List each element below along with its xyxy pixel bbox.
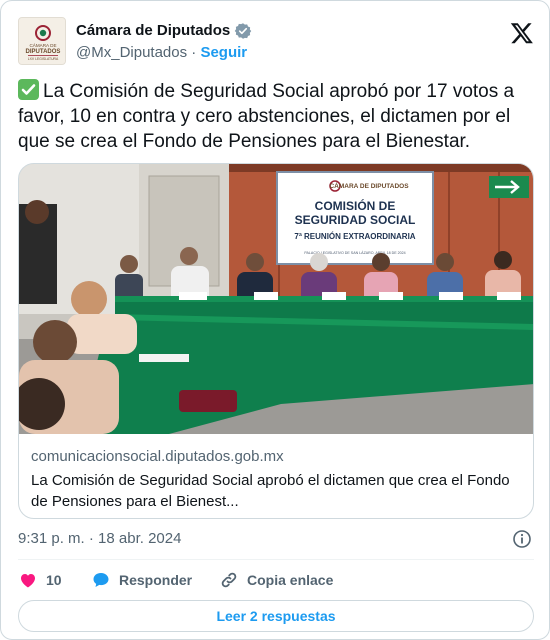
banner-subtitle: 7ª REUNIÓN EXTRAORDINARIA xyxy=(294,232,415,241)
link-meta: comunicacionsocial.diputados.gob.mx La C… xyxy=(31,447,526,512)
logo-line3: LXV LEGISLATURA xyxy=(28,57,59,61)
tweet-timestamp[interactable]: 9:31 p. m. · 18 abr. 2024 xyxy=(18,529,181,549)
verified-badge-icon xyxy=(234,22,252,40)
tweet-card: CÁMARA DE DIPUTADOS LXV LEGISLATURA Cáma… xyxy=(0,0,550,640)
reply-label: Responder xyxy=(119,572,193,588)
like-button[interactable]: 10 xyxy=(18,569,62,591)
link-icon xyxy=(221,572,237,588)
tweet-text-block: La Comisión de Seguridad Social aprobó p… xyxy=(18,79,534,154)
divider xyxy=(18,559,534,560)
banner-title-line1: COMISIÓN DE xyxy=(315,198,396,213)
copy-link-label: Copia enlace xyxy=(247,572,334,588)
tweet-header: CÁMARA DE DIPUTADOS LXV LEGISLATURA Cáma… xyxy=(18,17,534,65)
x-logo-icon[interactable] xyxy=(510,21,534,45)
display-name[interactable]: Cámara de Diputados xyxy=(76,21,230,41)
handle-row: @Mx_Diputados · Seguir xyxy=(76,43,252,63)
handle[interactable]: @Mx_Diputados xyxy=(76,44,187,61)
banner-title-line2: SEGURIDAD SOCIAL xyxy=(295,213,416,227)
follow-button[interactable]: Seguir xyxy=(200,44,247,61)
avatar[interactable]: CÁMARA DE DIPUTADOS LXV LEGISLATURA xyxy=(18,17,66,65)
committee-meeting-photo: CÁMARA DE DIPUTADOS COMISIÓN DE SEGURIDA… xyxy=(19,164,533,434)
link-description[interactable]: La Comisión de Seguridad Social aprobó e… xyxy=(31,470,526,512)
tweet-text: La Comisión de Seguridad Social aprobó p… xyxy=(18,81,515,152)
banner-brand: CÁMARA DE DIPUTADOS xyxy=(329,181,409,190)
like-count: 10 xyxy=(46,572,62,588)
account-names: Cámara de Diputados @Mx_Diputados · Segu… xyxy=(76,21,252,63)
reply-bubble-icon xyxy=(93,573,109,587)
logo-line1: CÁMARA DE xyxy=(29,42,56,48)
check-mark-button-icon xyxy=(18,79,39,100)
handle-separator: · xyxy=(191,44,197,61)
link-preview-card[interactable]: CÁMARA DE DIPUTADOS COMISIÓN DE SEGURIDA… xyxy=(18,163,534,519)
logo-line2: DIPUTADOS xyxy=(26,49,61,55)
link-domain[interactable]: comunicacionsocial.diputados.gob.mx xyxy=(31,447,526,467)
info-icon[interactable] xyxy=(512,529,532,549)
display-name-row[interactable]: Cámara de Diputados xyxy=(76,21,252,41)
read-replies-button[interactable]: Leer 2 respuestas xyxy=(18,600,534,632)
copy-link-button[interactable]: Copia enlace xyxy=(219,569,333,591)
heart-icon xyxy=(21,574,35,588)
tweet-actions: 10 Responder Copia enlace xyxy=(18,569,534,591)
reply-button[interactable]: Responder xyxy=(91,569,192,591)
chamber-logo-icon: CÁMARA DE DIPUTADOS LXV LEGISLATURA xyxy=(19,18,65,64)
